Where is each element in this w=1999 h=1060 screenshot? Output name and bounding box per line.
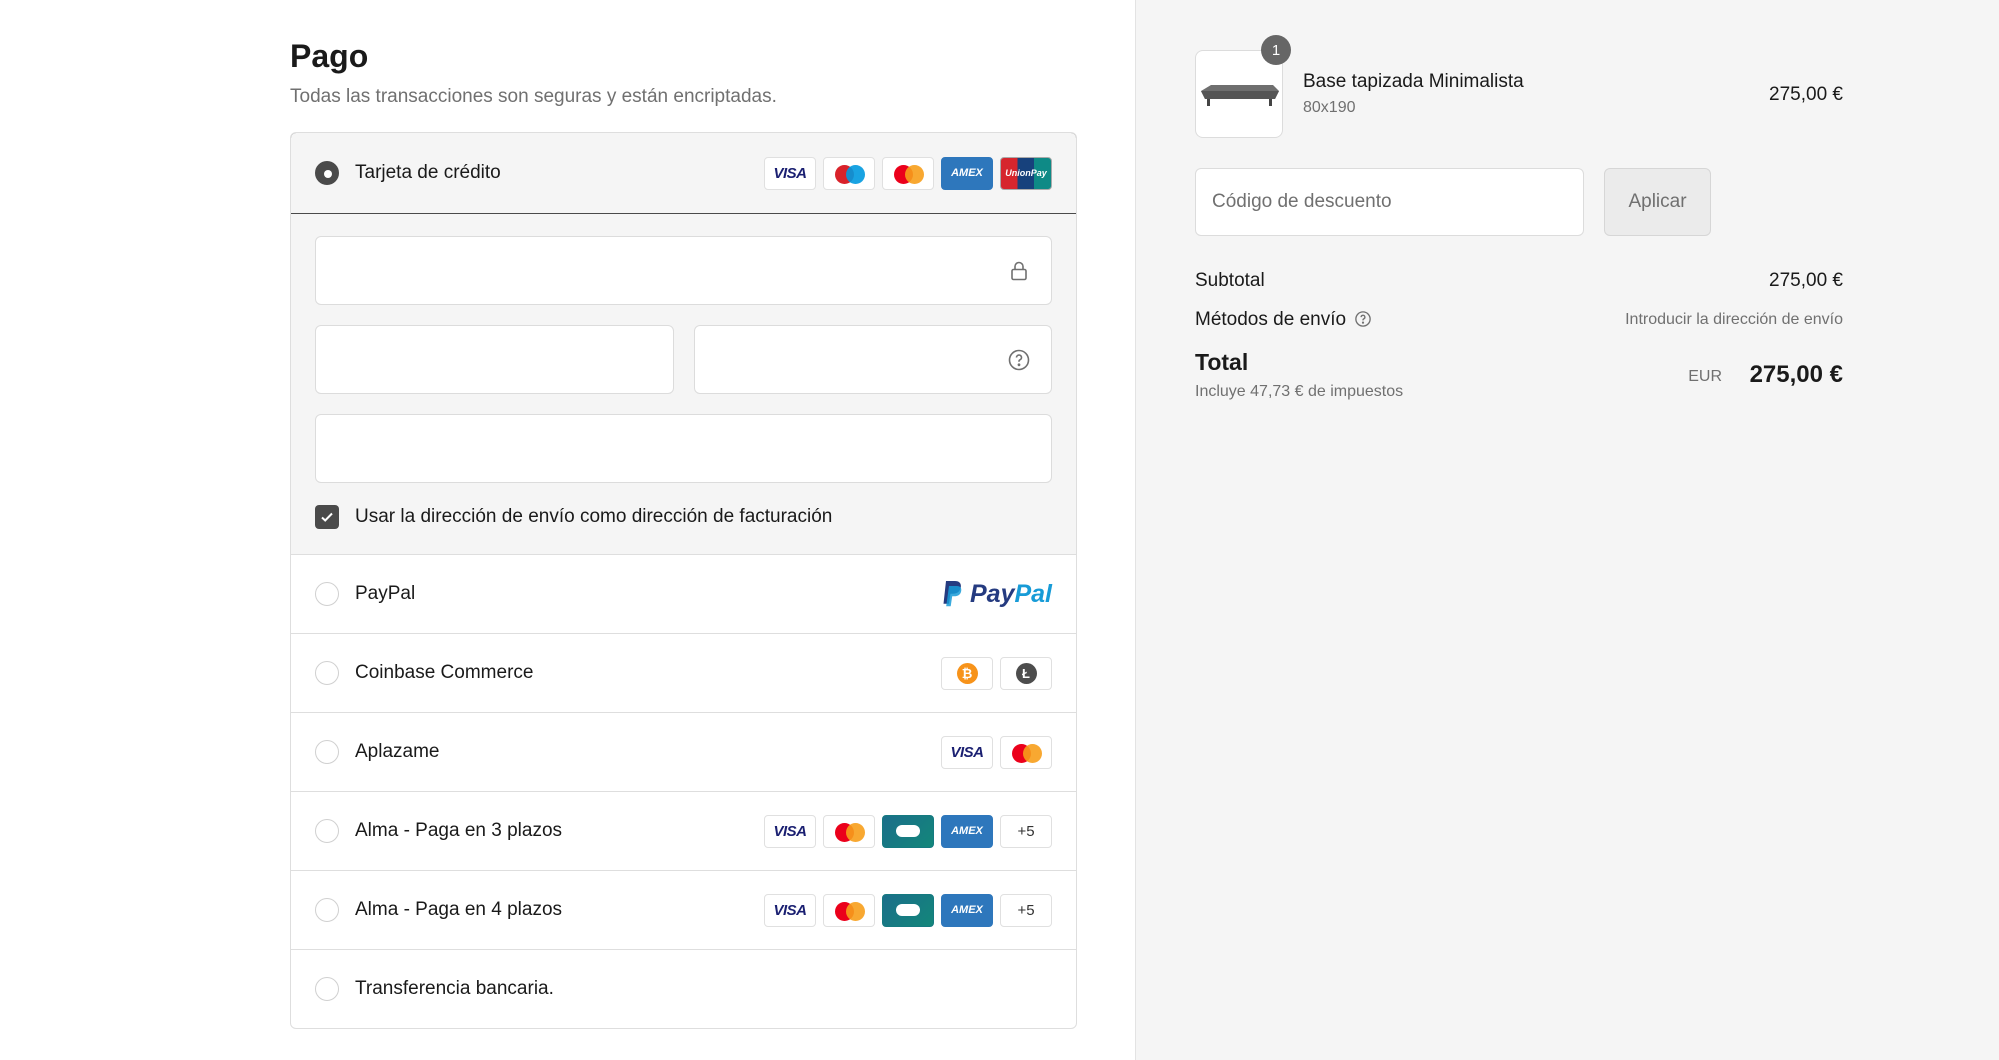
- payment-option-label: PayPal: [355, 583, 416, 604]
- payment-methods: Tarjeta de crédito VISA AMEX UnionPay Us…: [290, 132, 1077, 1029]
- payment-option-bank-transfer[interactable]: Transferencia bancaria.: [291, 949, 1076, 1028]
- amex-icon: AMEX: [941, 893, 993, 927]
- lock-icon: [1011, 261, 1027, 281]
- payment-option-label: Alma - Paga en 3 plazos: [355, 820, 563, 841]
- bed-base-image: [1201, 85, 1279, 106]
- card-details-row: [315, 325, 1052, 394]
- payment-option-alma-3[interactable]: Alma - Paga en 3 plazos VISA AMEX +5: [291, 791, 1076, 870]
- subtotal-value: 275,00 €: [1769, 270, 1843, 291]
- paypal-wordmark-pal: Pal: [1014, 579, 1052, 608]
- mastercard-icon: [823, 893, 875, 927]
- subtotal-label: Subtotal: [1195, 270, 1265, 291]
- cardholder-name-field[interactable]: [315, 414, 1052, 483]
- total-value: 275,00 €: [1749, 361, 1843, 388]
- bitcoin-icon: ₿: [941, 656, 993, 690]
- discount-code-input[interactable]: [1195, 168, 1584, 236]
- cartes-bancaires-icon: [882, 814, 934, 848]
- page-title: Pago: [290, 38, 369, 74]
- card-brands: VISA AMEX +5: [764, 893, 1052, 927]
- billing-address-label: Usar la dirección de envío como direcció…: [355, 506, 833, 527]
- visa-icon: VISA: [764, 893, 816, 927]
- currency-code: EUR: [1688, 368, 1722, 385]
- more-brands-badge: +5: [1000, 893, 1052, 927]
- credit-card-radio[interactable]: [315, 161, 339, 185]
- crypto-brands: ₿ Ł: [941, 656, 1052, 690]
- shipping-label: Métodos de envío: [1195, 309, 1347, 330]
- quantity-badge: 1: [1261, 35, 1291, 65]
- credit-card-form: Usar la dirección de envío como direcció…: [291, 213, 1076, 554]
- payment-option-label: Aplazame: [355, 741, 440, 762]
- amex-icon: AMEX: [941, 156, 993, 190]
- payment-pane: Pago Todas las transacciones son seguras…: [0, 0, 1135, 1060]
- billing-address-checkbox-row[interactable]: Usar la dirección de envío como direcció…: [315, 505, 1052, 529]
- payment-option-label: Alma - Paga en 4 plazos: [355, 899, 563, 920]
- paypal-wordmark-pay: Pay: [969, 579, 1015, 608]
- payment-option-label: Transferencia bancaria.: [355, 978, 554, 999]
- order-summary: 1 Base tapizada Minimalista 80x190 275,0…: [1135, 0, 1999, 1060]
- tax-note: Incluye 47,73 € de impuestos: [1195, 383, 1404, 400]
- paypal-radio[interactable]: [315, 582, 339, 606]
- payment-option-credit-card[interactable]: Tarjeta de crédito VISA AMEX UnionPay: [291, 133, 1076, 214]
- card-brands: VISA AMEX +5: [764, 814, 1052, 848]
- paypal-logo: PayPal: [940, 579, 1052, 609]
- paypal-icon: [943, 581, 962, 607]
- alma-4-radio[interactable]: [315, 898, 339, 922]
- product-name: Base tapizada Minimalista: [1303, 71, 1524, 92]
- product-price: 275,00 €: [1769, 84, 1843, 105]
- aplazame-radio[interactable]: [315, 740, 339, 764]
- visa-icon: VISA: [764, 156, 816, 190]
- payment-option-coinbase[interactable]: Coinbase Commerce ₿ Ł: [291, 633, 1076, 712]
- payment-option-label: Tarjeta de crédito: [355, 162, 501, 183]
- help-circle-icon[interactable]: [1354, 310, 1372, 328]
- security-code-field[interactable]: [693, 325, 1052, 394]
- expiry-date-field[interactable]: [315, 325, 674, 394]
- coinbase-radio[interactable]: [315, 661, 339, 685]
- bank-transfer-radio[interactable]: [315, 977, 339, 1001]
- amex-icon: AMEX: [941, 814, 993, 848]
- total-label: Total: [1195, 349, 1249, 375]
- cartes-bancaires-icon: [882, 893, 934, 927]
- visa-icon: VISA: [941, 735, 993, 769]
- bitcoin-symbol: ₿: [956, 662, 978, 684]
- payment-option-aplazame[interactable]: Aplazame VISA: [291, 712, 1076, 791]
- page-subtitle: Todas las transacciones son seguras y es…: [290, 86, 777, 107]
- alma-3-radio[interactable]: [315, 819, 339, 843]
- apply-discount-button[interactable]: Aplicar: [1604, 168, 1711, 236]
- unionpay-icon: UnionPay: [1000, 156, 1052, 190]
- billing-address-checkbox[interactable]: [315, 505, 339, 529]
- card-number-field[interactable]: [315, 236, 1052, 305]
- payment-option-alma-4[interactable]: Alma - Paga en 4 plazos VISA AMEX +5: [291, 870, 1076, 949]
- help-circle-icon[interactable]: [1007, 348, 1031, 372]
- maestro-icon: [823, 156, 875, 190]
- payment-option-paypal[interactable]: PayPal PayPal: [291, 554, 1076, 633]
- shipping-value: Introducir la dirección de envío: [1625, 311, 1843, 328]
- mastercard-icon: [823, 814, 875, 848]
- visa-icon: VISA: [764, 814, 816, 848]
- product-variant: 80x190: [1303, 99, 1356, 116]
- shipping-label-row: Métodos de envío: [1195, 309, 1372, 331]
- litecoin-icon: Ł: [1000, 656, 1052, 690]
- mastercard-icon: [1000, 735, 1052, 769]
- more-brands-badge: +5: [1000, 814, 1052, 848]
- card-brands: VISA: [941, 735, 1052, 769]
- payment-option-label: Coinbase Commerce: [355, 662, 534, 683]
- litecoin-symbol: Ł: [1015, 662, 1037, 684]
- card-brands: VISA AMEX UnionPay: [764, 156, 1052, 190]
- mastercard-icon: [882, 156, 934, 190]
- check-icon: [321, 512, 333, 522]
